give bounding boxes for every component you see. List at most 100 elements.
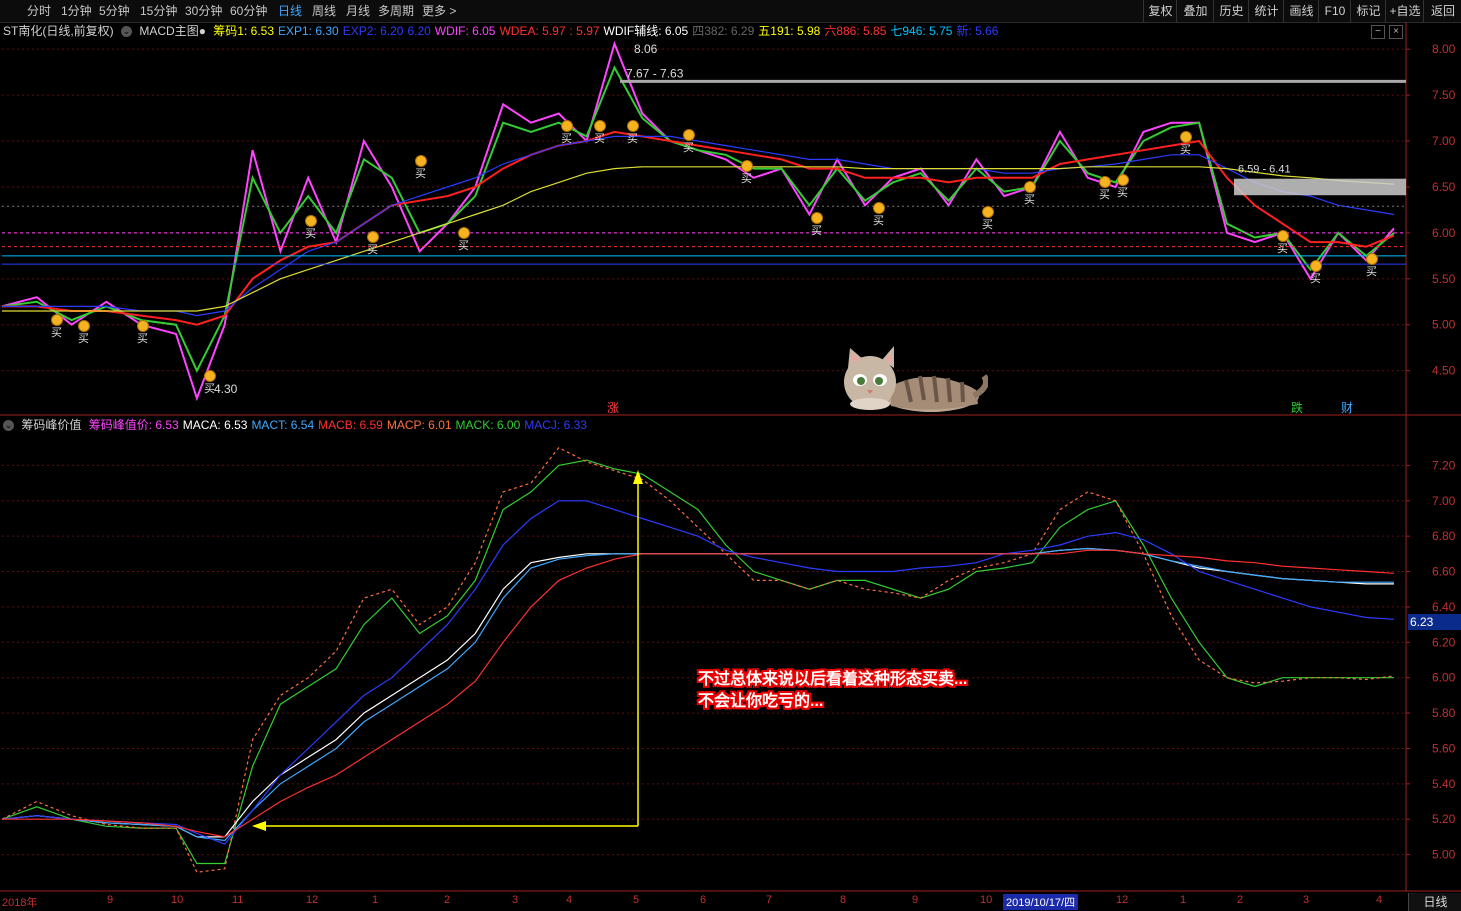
- buy-label: 买: [811, 224, 822, 237]
- buy-label: 买: [982, 218, 993, 231]
- buy-signal-icon: [1366, 253, 1378, 265]
- x-tick-label: 8: [840, 894, 847, 906]
- x-tick-label: 12: [1116, 894, 1129, 906]
- y-tick-label: 5.40: [1432, 777, 1456, 791]
- buy-signal-icon: [305, 215, 317, 227]
- series-line: [2, 130, 1395, 326]
- x-tick-label: 9: [107, 894, 114, 906]
- y-tick-label: 7.20: [1432, 458, 1456, 472]
- low-price-label: 4.30: [214, 382, 238, 396]
- y-tick-label: 7.00: [1432, 134, 1456, 148]
- x-tick-label: 2019/10/17/四: [1003, 894, 1079, 910]
- y-tick-label: 7.50: [1432, 88, 1456, 102]
- buy-label: 买: [415, 167, 426, 180]
- buy-signal-icon: [1117, 174, 1129, 186]
- period-button[interactable]: 日线: [1408, 893, 1461, 911]
- buy-label: 买: [873, 214, 884, 227]
- x-tick-label: 2018年: [2, 897, 38, 909]
- buy-signal-icon: [873, 202, 885, 214]
- x-tick-label: 12: [306, 894, 319, 906]
- y-tick-label: 5.50: [1432, 272, 1456, 286]
- gap-label: 6.59 - 6.41: [1238, 163, 1291, 175]
- buy-label: 买: [1117, 186, 1128, 199]
- buy-label: 买: [627, 132, 638, 145]
- current-value-badge: 6.23: [1408, 614, 1461, 630]
- buy-signal-icon: [1310, 260, 1322, 272]
- event-label: 财: [1341, 401, 1353, 415]
- y-tick-label: 6.00: [1432, 671, 1456, 685]
- x-tick-label: 2: [1237, 894, 1244, 906]
- y-tick-label: 6.00: [1432, 226, 1456, 240]
- buy-label: 买: [367, 243, 378, 256]
- buy-label: 买: [1277, 242, 1288, 255]
- x-tick-label: 9: [912, 894, 919, 906]
- buy-signal-icon: [811, 212, 823, 224]
- event-label: 跌: [1291, 400, 1303, 415]
- buy-label: 买: [594, 132, 605, 145]
- buy-signal-icon: [51, 314, 63, 326]
- buy-label: 买: [1099, 188, 1110, 201]
- cat-mascot-icon: [844, 346, 988, 412]
- y-tick-label: 6.20: [1432, 635, 1456, 649]
- x-tick-label: 6: [700, 894, 707, 906]
- x-tick-label: 1: [372, 894, 379, 906]
- buy-label: 买: [561, 132, 572, 145]
- annotation-line-1: 不过总体来说以后看着这种形态买卖...: [698, 671, 968, 688]
- y-tick-label: 5.00: [1432, 848, 1456, 862]
- buy-signal-icon: [415, 155, 427, 167]
- buy-label: 买: [51, 326, 62, 339]
- annotation-text: 不过总体来说以后看着这种形态买卖... 不会让你吃亏的...: [698, 669, 967, 713]
- buy-label: 买: [204, 382, 215, 395]
- y-tick-label: 6.80: [1432, 529, 1456, 543]
- buy-signal-icon: [982, 206, 994, 218]
- buy-signal-icon: [1277, 230, 1289, 242]
- y-tick-label: 6.50: [1432, 180, 1456, 194]
- buy-signal-icon: [741, 160, 753, 172]
- y-tick-label: 6.60: [1432, 565, 1456, 579]
- x-tick-label: 4: [566, 894, 573, 906]
- arrow-head-left: [252, 821, 266, 831]
- x-tick-label: 10: [171, 894, 184, 906]
- y-tick-label: 8.00: [1432, 42, 1456, 56]
- x-tick-label: 1: [1180, 894, 1187, 906]
- buy-label: 买: [458, 239, 469, 252]
- y-tick-label: 5.20: [1432, 812, 1456, 826]
- buy-signal-icon: [1180, 131, 1192, 143]
- buy-label: 买: [78, 332, 89, 345]
- x-tick-label: 4: [1376, 894, 1383, 906]
- buy-label: 买: [741, 172, 752, 185]
- y-tick-label: 5.00: [1432, 318, 1456, 332]
- annotation-line-2: 不会让你吃亏的...: [698, 693, 824, 710]
- gap-box: [1234, 178, 1406, 196]
- range-label: 7.67 - 7.63: [626, 66, 684, 80]
- series-line: [1, 446, 1395, 873]
- x-tick-label: 7: [766, 894, 773, 906]
- x-tick-label: 11: [232, 894, 244, 906]
- series-line: [2, 135, 1395, 317]
- y-tick-label: 5.80: [1432, 706, 1456, 720]
- y-tick-label: 5.60: [1432, 741, 1456, 755]
- buy-signal-icon: [627, 120, 639, 132]
- x-tick-label: 2: [444, 894, 451, 906]
- buy-signal-icon: [204, 370, 216, 382]
- buy-signal-icon: [683, 129, 695, 141]
- series-line: [1, 459, 1394, 865]
- buy-label: 买: [1180, 143, 1191, 156]
- buy-signal-icon: [137, 320, 149, 332]
- buy-label: 买: [1366, 265, 1377, 278]
- event-label: 涨: [607, 400, 619, 415]
- buy-signal-icon: [561, 120, 573, 132]
- buy-signal-icon: [78, 320, 90, 332]
- x-tick-label: 10: [980, 894, 993, 906]
- buy-label: 买: [1024, 193, 1035, 206]
- buy-label: 买: [137, 332, 148, 345]
- y-tick-label: 4.50: [1432, 364, 1456, 378]
- buy-signal-icon: [1099, 176, 1111, 188]
- buy-signal-icon: [458, 227, 470, 239]
- buy-signal-icon: [367, 231, 379, 243]
- buy-signal-icon: [1024, 181, 1036, 193]
- chart-canvas: 8.00 7.50 7.00 6.50 6.00 5.50 5.00 4.50 7.20 7.00…: [0, 22, 1461, 892]
- x-tick-label: 5: [633, 894, 640, 906]
- y-tick-label: 6.40: [1432, 600, 1456, 614]
- buy-label: 买: [305, 227, 316, 240]
